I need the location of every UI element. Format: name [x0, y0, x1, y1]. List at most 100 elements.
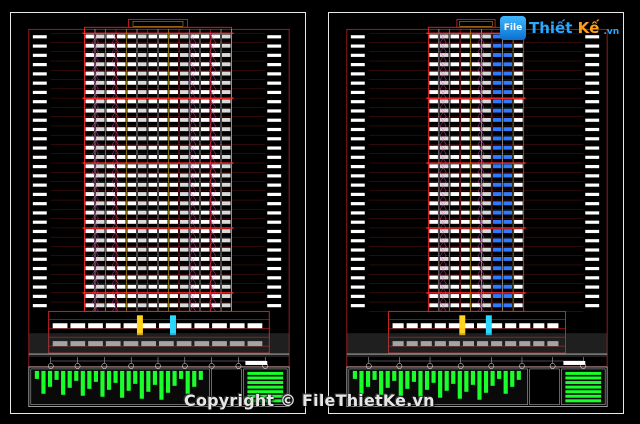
- window-strip: [148, 284, 158, 289]
- window-strip: [492, 182, 502, 187]
- window-strip: [461, 210, 470, 215]
- window-strip: [492, 210, 502, 215]
- window-strip: [169, 257, 179, 261]
- accent-band: [426, 162, 526, 164]
- window-strip: [514, 294, 523, 298]
- window-strip: [503, 192, 513, 197]
- podium-window: [434, 323, 446, 329]
- window-strip: [200, 80, 210, 85]
- level-marker-right: [267, 118, 282, 122]
- logo-badge: File: [500, 16, 526, 40]
- window-strip: [158, 71, 168, 76]
- level-marker-left: [32, 44, 47, 48]
- title-green-block: [47, 370, 53, 387]
- window-strip: [85, 108, 95, 113]
- window-strip: [179, 99, 189, 104]
- window-strip: [503, 275, 513, 280]
- window-strip: [503, 71, 513, 76]
- level-marker-right: [585, 257, 600, 261]
- window-strip: [148, 136, 158, 141]
- window-strip: [492, 303, 502, 308]
- window-strip: [450, 247, 460, 252]
- window-strip: [450, 201, 460, 206]
- axis-bubble: [181, 363, 188, 369]
- window-strip: [492, 219, 502, 224]
- window-strip: [137, 145, 147, 150]
- window-strip: [127, 108, 137, 113]
- window-strip: [503, 257, 513, 261]
- window-strip: [450, 145, 460, 150]
- axis-bubble: [47, 363, 54, 369]
- window-strip: [169, 303, 179, 308]
- front-elevation-drawing: [28, 18, 290, 407]
- window-strip: [492, 53, 502, 57]
- window-strip: [514, 145, 523, 150]
- window-strip: [429, 164, 438, 169]
- window-strip: [85, 34, 95, 39]
- window-strip: [429, 127, 438, 132]
- window-strip: [514, 53, 523, 57]
- level-marker-left: [350, 220, 365, 224]
- window-strip: [148, 99, 158, 104]
- window-strip: [148, 201, 158, 206]
- window-strip: [169, 108, 179, 113]
- axis-bubble: [427, 363, 433, 369]
- window-strip: [514, 117, 523, 122]
- window-strip: [158, 99, 168, 104]
- window-strip: [200, 164, 210, 169]
- window-strip: [148, 229, 158, 234]
- level-marker-left: [350, 53, 365, 57]
- axis-bubble: [101, 363, 108, 369]
- level-marker-right: [267, 248, 282, 252]
- window-strip: [137, 136, 147, 141]
- window-strip: [450, 71, 460, 76]
- window-strip: [221, 80, 231, 85]
- window-strip: [429, 303, 438, 308]
- window-strip: [179, 145, 189, 150]
- window-strip: [450, 90, 460, 95]
- title-green-row: [565, 394, 602, 398]
- window-strip: [429, 117, 438, 122]
- window-strip: [179, 62, 189, 67]
- window-strip: [148, 108, 158, 113]
- window-strip: [450, 182, 460, 187]
- level-marker-right: [267, 202, 282, 206]
- level-marker-right: [585, 109, 600, 113]
- podium-window: [406, 323, 418, 329]
- window-strip: [148, 164, 158, 169]
- title-block-mid: [529, 368, 560, 405]
- level-marker-right: [585, 304, 600, 308]
- window-strip: [200, 99, 210, 104]
- window-strip: [179, 275, 189, 280]
- level-marker-right: [267, 164, 282, 169]
- title-green-row: [565, 399, 602, 403]
- window-strip: [148, 117, 158, 122]
- level-marker-right: [267, 35, 282, 39]
- scale-label-bar: [563, 360, 586, 365]
- level-marker-right: [585, 229, 600, 234]
- window-strip: [200, 155, 210, 159]
- window-strip: [169, 136, 179, 141]
- level-marker-left: [350, 63, 365, 67]
- window-strip: [482, 182, 491, 187]
- window-strip: [492, 80, 502, 85]
- window-strip: [482, 34, 491, 39]
- window-strip: [450, 164, 460, 169]
- window-strip: [127, 164, 137, 169]
- level-marker-left: [32, 202, 47, 206]
- window-strip: [200, 229, 210, 234]
- window-strip: [461, 182, 470, 187]
- level-marker-right: [267, 127, 282, 132]
- level-marker-right: [267, 294, 282, 298]
- site-logo[interactable]: File Thiết Kế .vn: [500, 14, 619, 42]
- title-green-block: [385, 370, 390, 388]
- window-strip: [200, 201, 210, 206]
- window-strip: [492, 284, 502, 289]
- window-strip: [127, 90, 137, 95]
- window-strip: [429, 247, 438, 252]
- podium-window: [448, 323, 460, 329]
- window-strip: [158, 145, 168, 150]
- window-strip: [514, 164, 523, 169]
- window-strip: [200, 62, 210, 67]
- window-strip: [85, 266, 95, 271]
